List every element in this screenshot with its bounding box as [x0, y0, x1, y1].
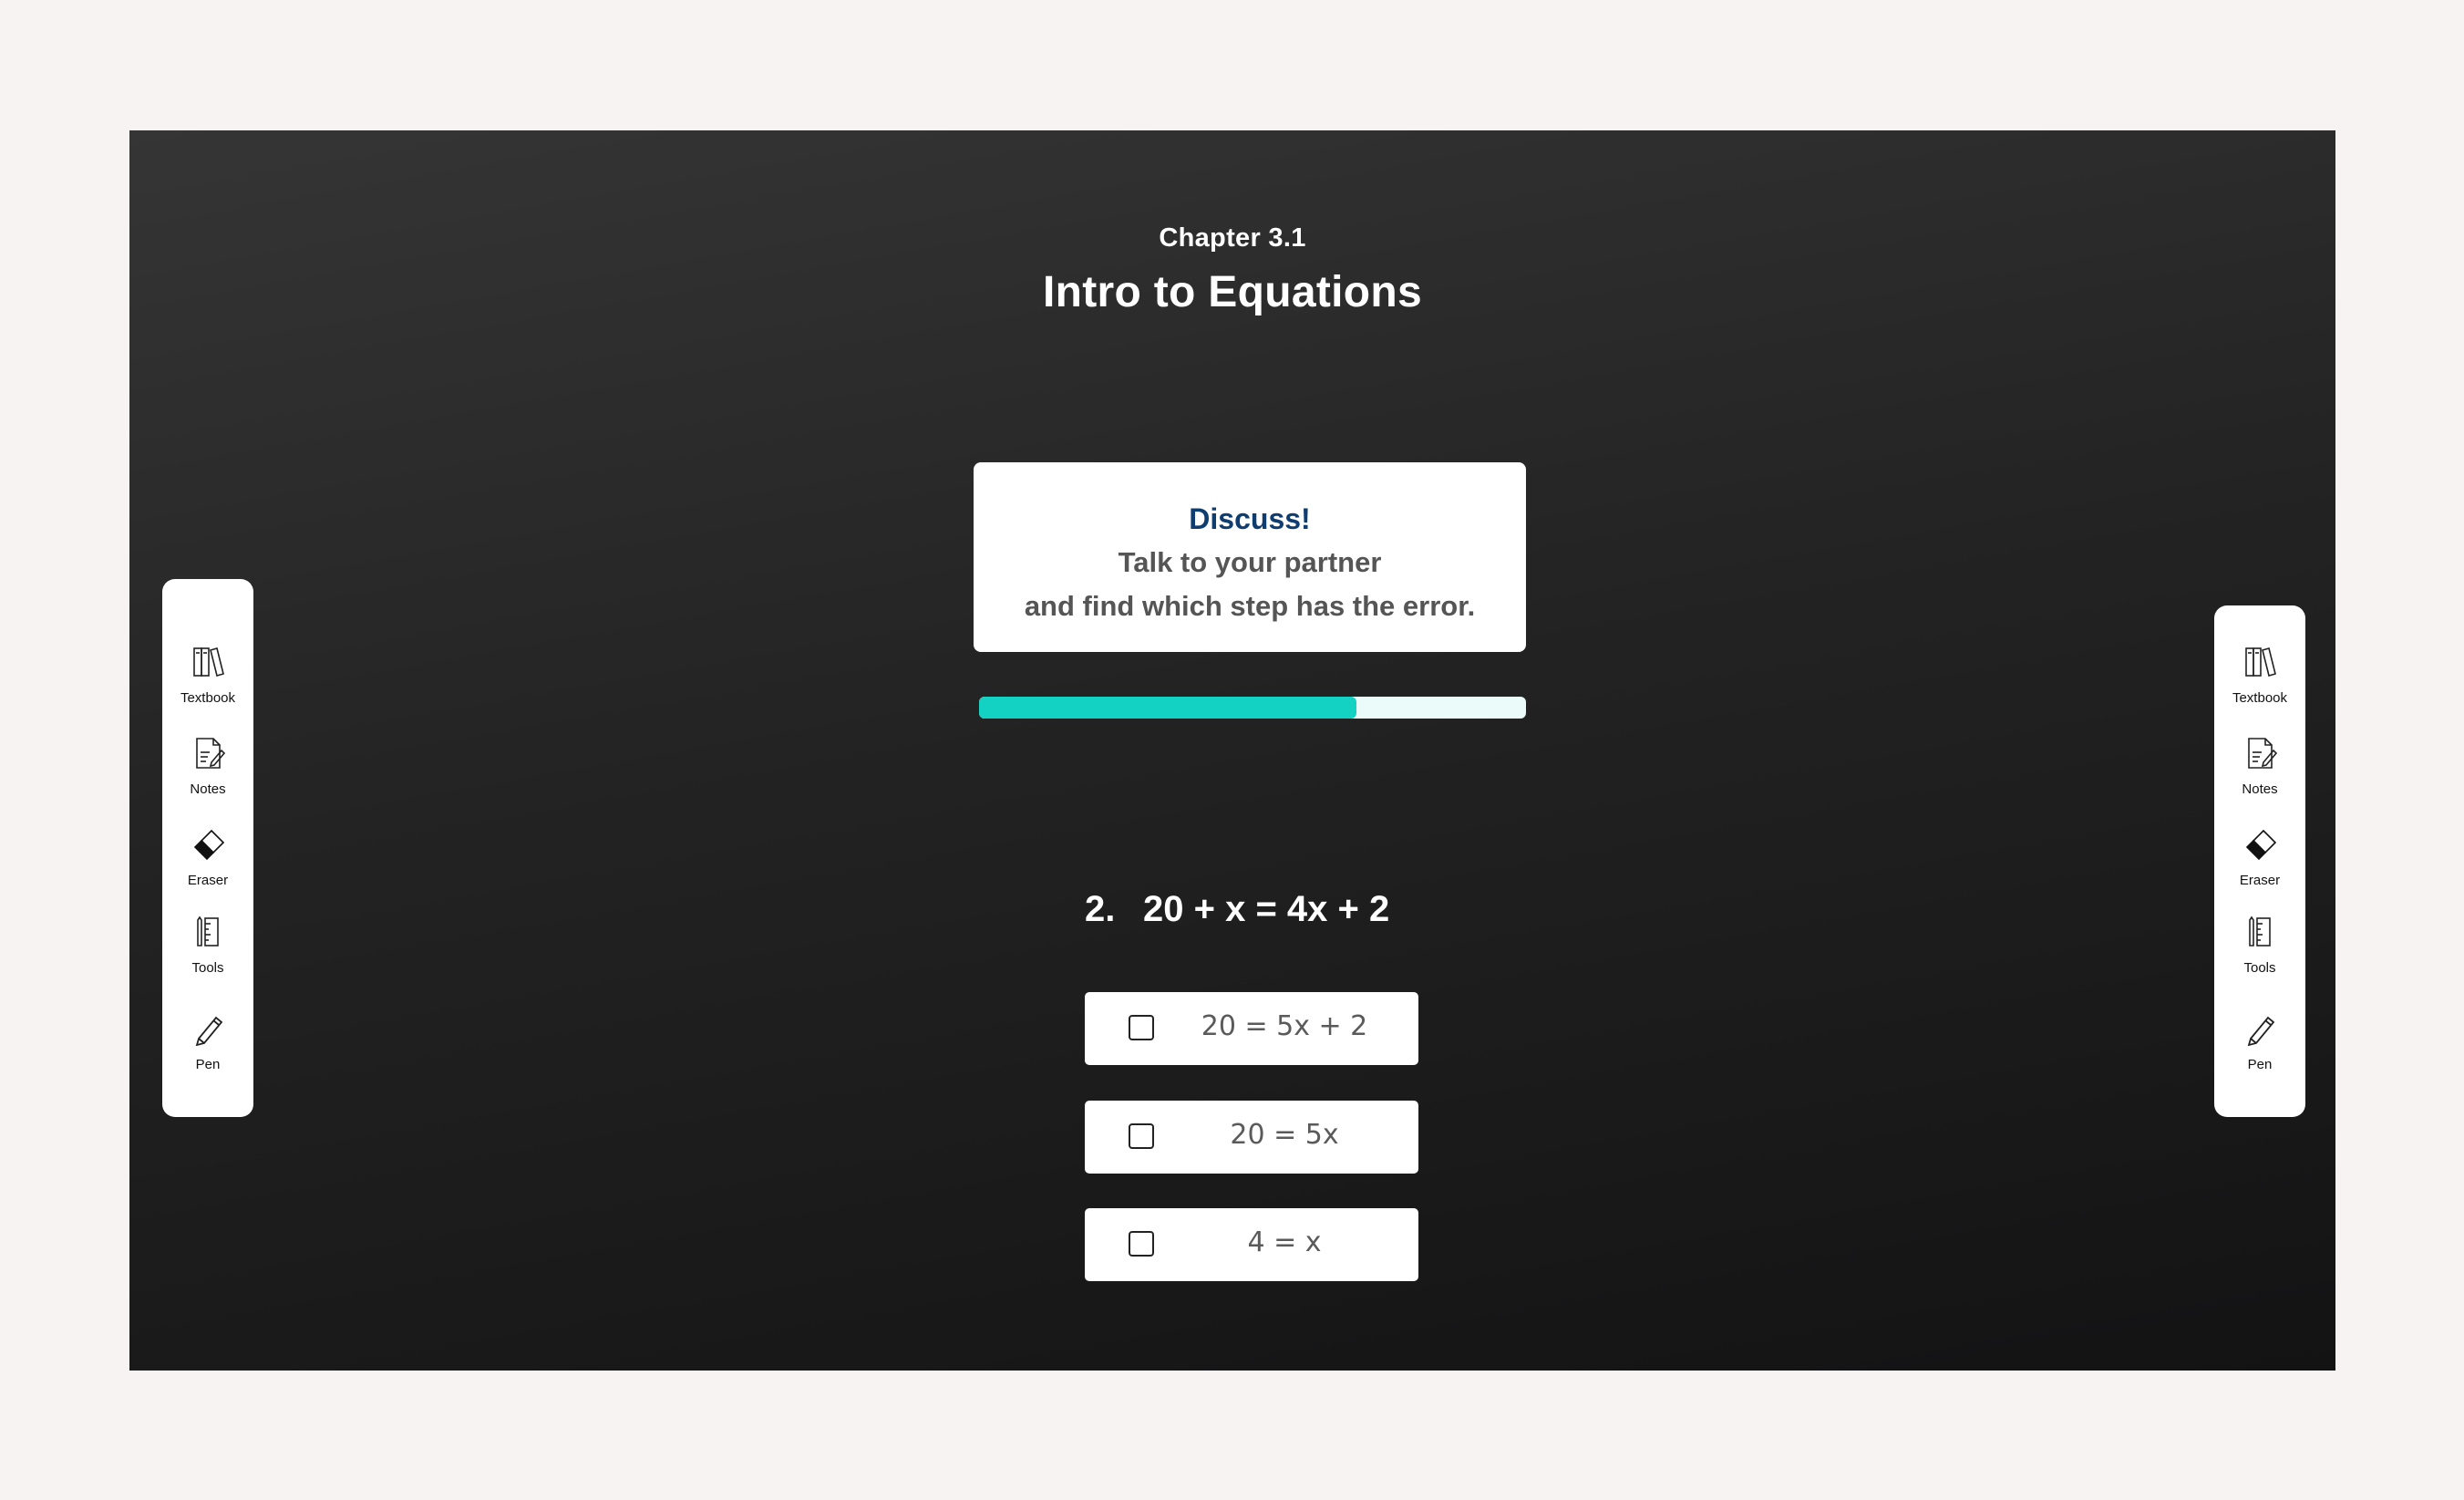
- question: 2. 20 + x = 4x + 2: [1085, 889, 1389, 930]
- toolbar-pen-button[interactable]: Pen: [2214, 1011, 2305, 1084]
- answer-option-1[interactable]: 20 = 5x + 2: [1085, 992, 1418, 1065]
- chapter-label: Chapter 3.1: [1159, 223, 1306, 253]
- tool-label: Textbook: [180, 690, 236, 706]
- question-equation: 20 + x = 4x + 2: [1143, 889, 1390, 929]
- toolbar-notes-button[interactable]: Notes: [2214, 736, 2305, 809]
- toolbar-pen-button[interactable]: Pen: [162, 1011, 253, 1084]
- pen-icon: [2247, 1016, 2275, 1046]
- tool-label: Textbook: [2232, 690, 2288, 706]
- lesson-board: Chapter 3.1 Intro to Equations Discuss! …: [129, 130, 2335, 1371]
- eraser-icon: [193, 829, 225, 861]
- notes-icon: [2248, 738, 2278, 769]
- option-text: 20 = 5x: [1230, 1119, 1339, 1151]
- discuss-instruction-line-2: and find which step has the error.: [1024, 590, 1476, 622]
- toolbar-eraser-button[interactable]: Eraser: [162, 827, 253, 900]
- tools-icon: [197, 916, 219, 947]
- tool-label: Tools: [2243, 960, 2276, 976]
- option-checkbox[interactable]: [1129, 1015, 1154, 1040]
- option-checkbox[interactable]: [1129, 1123, 1154, 1149]
- toolbar-tools-button[interactable]: Tools: [162, 915, 253, 988]
- right-toolbar: Textbook Notes Eraser Tools Pen: [2214, 605, 2305, 1117]
- tools-icon: [2249, 916, 2271, 947]
- tool-label: Notes: [2242, 781, 2278, 797]
- left-toolbar: Textbook Notes Eraser Tools Pen: [162, 579, 253, 1117]
- toolbar-notes-button[interactable]: Notes: [162, 736, 253, 809]
- tool-label: Pen: [2247, 1057, 2273, 1072]
- textbook-icon: [193, 647, 224, 677]
- toolbar-textbook-button[interactable]: Textbook: [162, 645, 253, 718]
- progress-bar: [979, 697, 1526, 719]
- tool-label: Pen: [195, 1057, 221, 1072]
- tool-label: Tools: [191, 960, 224, 976]
- tool-label: Eraser: [2239, 873, 2281, 888]
- toolbar-tools-button[interactable]: Tools: [2214, 915, 2305, 988]
- discuss-heading: Discuss!: [1189, 502, 1311, 535]
- progress-bar-fill: [979, 697, 1356, 719]
- answer-option-2[interactable]: 20 = 5x: [1085, 1101, 1418, 1174]
- discuss-card: Discuss! Talk to your partner and find w…: [974, 462, 1526, 652]
- tool-label: Notes: [190, 781, 226, 797]
- toolbar-eraser-button[interactable]: Eraser: [2214, 827, 2305, 900]
- option-text: 20 = 5x + 2: [1201, 1010, 1368, 1042]
- textbook-icon: [2245, 647, 2276, 677]
- option-checkbox[interactable]: [1129, 1231, 1154, 1257]
- page-title: Intro to Equations: [1042, 268, 1423, 316]
- notes-icon: [196, 738, 226, 769]
- pen-icon: [195, 1016, 223, 1046]
- discuss-instruction-line-1: Talk to your partner: [1118, 546, 1382, 578]
- eraser-icon: [2245, 829, 2277, 861]
- option-text: 4 = x: [1247, 1226, 1322, 1258]
- question-number: 2.: [1085, 889, 1116, 929]
- answer-option-3[interactable]: 4 = x: [1085, 1208, 1418, 1281]
- toolbar-textbook-button[interactable]: Textbook: [2214, 645, 2305, 718]
- tool-label: Eraser: [187, 873, 229, 888]
